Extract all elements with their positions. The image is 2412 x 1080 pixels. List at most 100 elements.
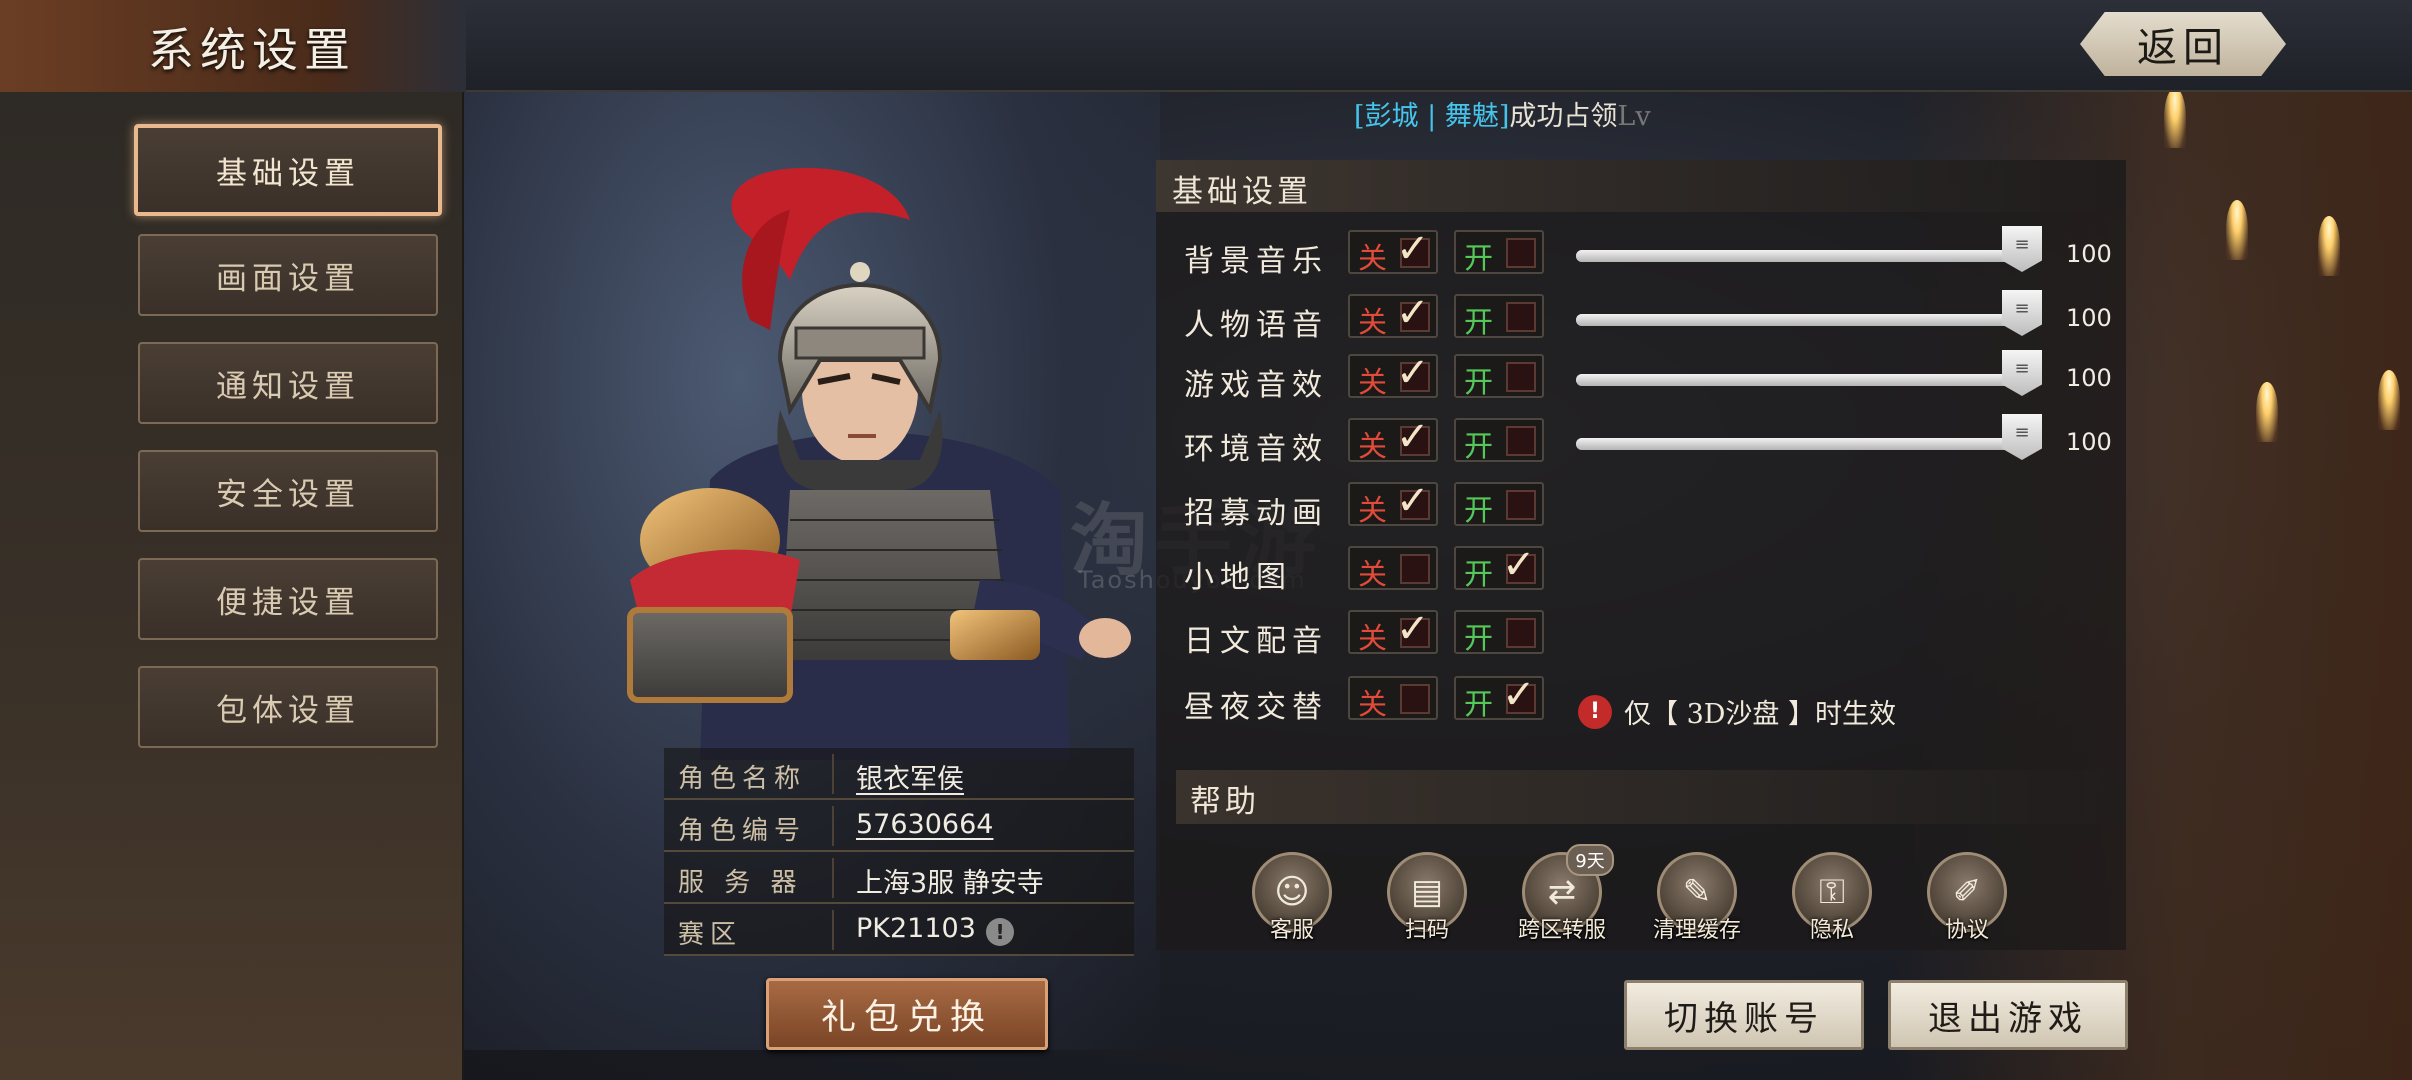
server-name: 上海3服 静安寺: [856, 868, 1044, 899]
checkbox: [1400, 554, 1430, 584]
setting-label: 人物语音: [1184, 308, 1328, 343]
slider-fill: [1576, 250, 2022, 262]
character-name[interactable]: 银衣军侯: [856, 757, 964, 796]
toggle-label: 开: [1464, 365, 1494, 399]
checkbox: [1506, 490, 1536, 520]
checkbox: [1506, 618, 1536, 648]
day-night-note: ! 仅【 3D沙盘 】时生效: [1578, 692, 1896, 731]
setting-label: 招募动画: [1184, 496, 1328, 531]
warning-icon: !: [1578, 694, 1612, 729]
checkbox: [1400, 684, 1430, 714]
toggle-on-option[interactable]: 开: [1454, 418, 1544, 463]
toggle-on-option[interactable]: 开: [1454, 294, 1544, 339]
checkmark-icon: ✓: [1396, 350, 1430, 396]
toggle-on-option[interactable]: 开: [1454, 230, 1544, 275]
toggle-off-option[interactable]: 关 ✓: [1348, 414, 1438, 463]
checkbox: [1506, 426, 1536, 456]
toggle-off-option[interactable]: 关 ✓: [1348, 606, 1438, 655]
profile-label: 角色编号: [678, 816, 807, 846]
toggle-on-option[interactable]: 开: [1454, 610, 1544, 655]
divider: [832, 806, 834, 846]
sidebar-item-shortcut[interactable]: 便捷设置: [138, 558, 438, 640]
toggle-label: 开: [1464, 241, 1494, 275]
toggle-label: 关: [1358, 557, 1388, 591]
checkmark-icon: ✓: [1502, 542, 1536, 588]
toggle-off-option[interactable]: 关: [1348, 546, 1438, 591]
panel-title: 基础设置: [1172, 174, 1312, 210]
candle-flame: [2256, 382, 2278, 442]
toggle-label: 关: [1358, 687, 1388, 721]
ticker-player: 舞魅: [1444, 101, 1499, 132]
sidebar-item-package[interactable]: 包体设置: [138, 666, 438, 748]
help-item-label: 协议: [1944, 918, 1989, 943]
sidebar-item-basic[interactable]: 基础设置: [134, 124, 442, 216]
ticker-bracket: ]: [1498, 101, 1510, 132]
ticker-bracket: [: [1354, 101, 1365, 132]
toggle-label: 开: [1464, 621, 1494, 655]
character-id[interactable]: 57630664: [856, 809, 993, 840]
ticker-message: 成功占领: [1509, 101, 1618, 132]
toggle-label: 开: [1464, 429, 1494, 463]
back-button[interactable]: 返回: [2080, 12, 2286, 76]
help-item-pen[interactable]: ✐ 协议: [1907, 852, 2027, 952]
sidebar-item-notification[interactable]: 通知设置: [138, 342, 438, 424]
profile-row-id: 角色编号 57630664: [664, 800, 1134, 852]
gift-redeem-button[interactable]: 礼包兑换: [766, 978, 1048, 1050]
checkbox: [1506, 238, 1536, 268]
toggle-off-option[interactable]: 关 ✓: [1348, 350, 1438, 399]
volume-slider[interactable]: ≡: [1576, 350, 2042, 396]
help-item-lock[interactable]: ⚿ 隐私: [1772, 852, 1892, 952]
divider: [832, 858, 834, 898]
broadcast-ticker: [彭城 | 舞魅]成功占领Lv: [1354, 94, 1651, 133]
setting-label: 昼夜交替: [1184, 690, 1328, 725]
setting-label: 小地图: [1184, 560, 1292, 595]
candle-flame: [2164, 88, 2186, 148]
toggle-label: 开: [1464, 557, 1494, 591]
checkmark-icon: ✓: [1396, 226, 1430, 272]
sidebar-item-display[interactable]: 画面设置: [138, 234, 438, 316]
exit-game-button[interactable]: 退出游戏: [1888, 980, 2128, 1050]
toggle-label: 开: [1464, 493, 1494, 527]
toggle-off-option[interactable]: 关: [1348, 676, 1438, 721]
toggle-label: 关: [1358, 493, 1388, 527]
toggle-on-option[interactable]: 开 ✓: [1454, 542, 1544, 591]
toggle-on-option[interactable]: 开 ✓: [1454, 672, 1544, 721]
toggle-on-option[interactable]: 开: [1454, 354, 1544, 399]
help-item-scan[interactable]: ▤ 扫码: [1367, 852, 1487, 952]
help-title: 帮助: [1190, 784, 1260, 820]
cooldown-badge: 9天: [1566, 844, 1614, 876]
top-bar: 系统设置 返回: [0, 0, 2412, 92]
toggle-off-option[interactable]: 关 ✓: [1348, 290, 1438, 339]
profile-label: 赛区: [678, 920, 743, 950]
volume-value: 100: [2066, 428, 2112, 456]
candle-flame: [2378, 370, 2400, 430]
checkmark-icon: ✓: [1396, 478, 1430, 524]
help-item-server-transfer[interactable]: ⇄ 9天 跨区转服: [1502, 844, 1622, 952]
setting-label: 环境音效: [1184, 432, 1328, 467]
volume-slider[interactable]: ≡: [1576, 290, 2042, 336]
volume-slider[interactable]: ≡: [1576, 414, 2042, 460]
ticker-place: 彭城: [1364, 101, 1419, 132]
profile-row-name: 角色名称 银衣军侯: [664, 748, 1134, 800]
zone-info-icon[interactable]: !: [986, 918, 1014, 946]
volume-slider[interactable]: ≡: [1576, 226, 2042, 272]
note-text: 仅【 3D沙盘 】时生效: [1624, 699, 1896, 730]
toggle-off-option[interactable]: 关 ✓: [1348, 478, 1438, 527]
volume-value: 100: [2066, 364, 2112, 392]
toggle-off-option[interactable]: 关 ✓: [1348, 226, 1438, 275]
toggle-label: 关: [1358, 621, 1388, 655]
ticker-trail: Lv: [1617, 101, 1651, 132]
toggle-label: 关: [1358, 241, 1388, 275]
ticker-divider: |: [1427, 101, 1437, 132]
help-item-broom[interactable]: ✎ 清理缓存: [1637, 852, 1757, 952]
profile-row-zone: 赛区 PK21103 !: [664, 904, 1134, 956]
toggle-on-option[interactable]: 开: [1454, 482, 1544, 527]
page-title: 系统设置: [148, 23, 356, 77]
switch-account-button[interactable]: 切换账号: [1624, 980, 1864, 1050]
general-portrait: [627, 167, 1131, 760]
help-item-customer-service[interactable]: ☺ 客服: [1232, 852, 1352, 952]
sidebar-item-security[interactable]: 安全设置: [138, 450, 438, 532]
divider: [832, 910, 834, 950]
toggle-label: 关: [1358, 305, 1388, 339]
checkmark-icon: ✓: [1502, 672, 1536, 718]
